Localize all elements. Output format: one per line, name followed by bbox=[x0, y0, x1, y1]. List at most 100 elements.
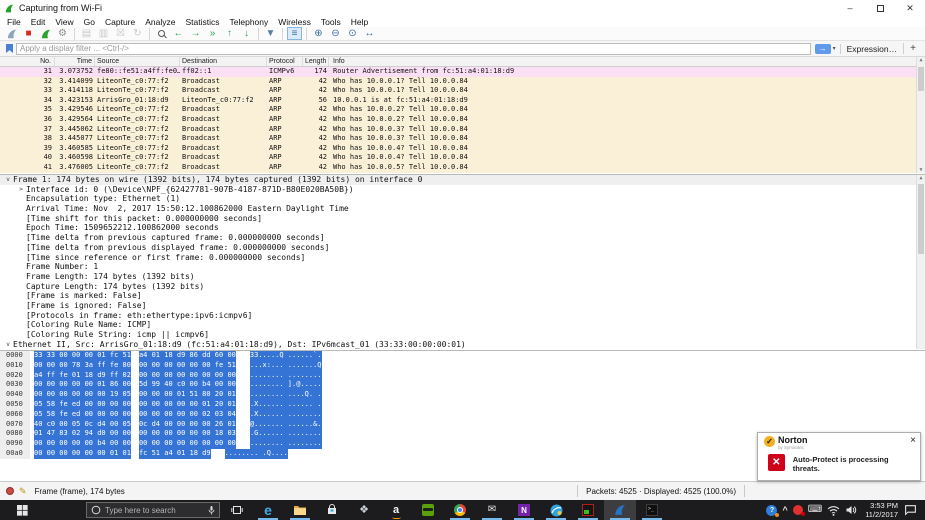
wifi-tray-icon[interactable] bbox=[827, 505, 840, 516]
menu-file[interactable]: File bbox=[2, 17, 26, 27]
detail-line[interactable]: v Ethernet II, Src: ArrisGro_01:18:d9 (fc… bbox=[0, 340, 925, 349]
green-app-icon[interactable] bbox=[412, 500, 444, 520]
hex-row[interactable]: 0040 00 00 00 00 00 00 19 05 00 00 00 01 5… bbox=[0, 390, 925, 400]
resize-columns-icon[interactable]: ↔ bbox=[362, 27, 377, 40]
edge-icon[interactable]: e bbox=[252, 500, 284, 520]
bookmark-icon[interactable] bbox=[6, 44, 13, 53]
display-filter-input[interactable]: Apply a display filter ... <Ctrl-/> bbox=[16, 42, 811, 55]
scroll-thumb[interactable] bbox=[918, 184, 924, 254]
expander-icon[interactable]: v bbox=[3, 175, 13, 185]
expander-icon[interactable]: v bbox=[3, 340, 13, 349]
detail-line[interactable]: > Interface id: 0 (\Device\NPF_{62427781-… bbox=[0, 185, 925, 195]
detail-line[interactable]: Frame Number: 1 bbox=[0, 262, 925, 272]
hex-row[interactable]: 0010 00 00 00 78 3a ff fe 80 00 00 00 00 0… bbox=[0, 360, 925, 371]
close-button[interactable]: ✕ bbox=[895, 0, 925, 16]
hex-row[interactable]: 0030 00 00 00 00 00 01 86 00 5d 99 40 c0 0… bbox=[0, 380, 925, 391]
apply-filter-button[interactable]: → bbox=[814, 43, 831, 54]
packet-row[interactable]: 36 3.429564 LiteonTe_c0:77:f2 Broadcast ARP 4… bbox=[0, 114, 925, 125]
menu-analyze[interactable]: Analyze bbox=[140, 17, 180, 27]
start-capture-icon[interactable] bbox=[4, 27, 19, 40]
menu-wireless[interactable]: Wireless bbox=[273, 17, 316, 27]
filter-history-caret-icon[interactable]: ▾ bbox=[833, 45, 836, 52]
hex-row[interactable]: 0000 33 33 00 00 00 01 fc 51 a4 01 18 d9 8… bbox=[0, 351, 925, 361]
taskbar-search-box[interactable]: Type here to search bbox=[86, 502, 220, 518]
zoom-in-icon[interactable]: ⊕ bbox=[311, 27, 326, 40]
detail-line[interactable]: [Frame is ignored: False] bbox=[0, 301, 925, 311]
detail-line[interactable]: [Protocols in frame: eth:ethertype:ipv6:… bbox=[0, 311, 925, 321]
packet-row[interactable]: 37 3.445062 LiteonTe_c0:77:f2 Broadcast ARP 4… bbox=[0, 124, 925, 135]
packet-list-header[interactable]: No. Time Source Destination Protocol Length In… bbox=[0, 57, 925, 67]
go-first-icon[interactable]: ↑ bbox=[222, 27, 237, 40]
game-app-icon[interactable] bbox=[572, 500, 604, 520]
detail-line[interactable]: [Time delta from previous displayed fram… bbox=[0, 243, 925, 253]
chrome-icon[interactable] bbox=[444, 500, 476, 520]
zoom-original-icon[interactable]: ⊙ bbox=[345, 27, 360, 40]
scroll-thumb[interactable] bbox=[918, 67, 924, 91]
scroll-up-icon[interactable]: ▲ bbox=[919, 175, 922, 181]
detail-line[interactable]: [Time delta from previous captured frame… bbox=[0, 233, 925, 243]
file-explorer-icon[interactable] bbox=[284, 500, 316, 520]
wireshark-icon[interactable] bbox=[604, 500, 636, 520]
mail-icon[interactable]: ✉ bbox=[476, 500, 508, 520]
volume-tray-icon[interactable] bbox=[845, 505, 857, 515]
find-packet-icon[interactable] bbox=[154, 27, 169, 40]
menu-go[interactable]: Go bbox=[79, 17, 100, 27]
menu-edit[interactable]: Edit bbox=[26, 17, 51, 27]
norton-close-button[interactable]: × bbox=[910, 436, 916, 446]
store-icon[interactable] bbox=[316, 500, 348, 520]
maximize-button[interactable] bbox=[865, 0, 895, 16]
taskbar-clock[interactable]: 3:53 PM 11/2/2017 bbox=[865, 501, 898, 519]
packet-row[interactable]: 41 3.476005 LiteonTe_c0:77:f2 Broadcast ARP 4… bbox=[0, 162, 925, 173]
go-back-icon[interactable]: ← bbox=[171, 27, 186, 40]
reload-icon[interactable]: ↻ bbox=[130, 27, 145, 40]
detail-line[interactable]: Frame Length: 174 bytes (1392 bits) bbox=[0, 272, 925, 282]
detail-line[interactable]: v Frame 1: 174 bytes on wire (1392 bits),… bbox=[0, 175, 925, 185]
menu-statistics[interactable]: Statistics bbox=[180, 17, 224, 27]
detail-line[interactable]: Capture Length: 174 bytes (1392 bits) bbox=[0, 282, 925, 292]
open-file-icon[interactable]: ▤ bbox=[79, 27, 94, 40]
capture-options-gear-icon[interactable]: ⚙ bbox=[55, 27, 70, 40]
restart-capture-icon[interactable] bbox=[38, 27, 53, 40]
go-last-icon[interactable]: ↓ bbox=[239, 27, 254, 40]
hex-row[interactable]: 0050 05 58 fe ed 00 00 00 00 00 00 00 00 0… bbox=[0, 399, 925, 410]
menu-help[interactable]: Help bbox=[346, 17, 373, 27]
command-prompt-icon[interactable]: >_ bbox=[636, 500, 668, 520]
onenote-icon[interactable]: N bbox=[508, 500, 540, 520]
packet-row[interactable]: 33 3.414118 LiteonTe_c0:77:f2 Broadcast ARP 4… bbox=[0, 86, 925, 96]
column-header-protocol[interactable]: Protocol bbox=[267, 57, 303, 66]
expert-info-icon[interactable] bbox=[6, 487, 14, 495]
menu-tools[interactable]: Tools bbox=[316, 17, 346, 27]
capture-comment-pencil-icon[interactable]: ✎ bbox=[19, 486, 27, 497]
detail-line[interactable]: Epoch Time: 1509652212.100862000 seconds bbox=[0, 223, 925, 233]
zoom-out-icon[interactable]: ⊖ bbox=[328, 27, 343, 40]
detail-scrollbar[interactable]: ▲ bbox=[916, 175, 925, 349]
menu-telephony[interactable]: Telephony bbox=[225, 17, 274, 27]
column-header-no[interactable]: No. bbox=[0, 57, 55, 66]
column-header-time[interactable]: Time bbox=[55, 57, 95, 66]
menu-view[interactable]: View bbox=[50, 17, 78, 27]
amazon-icon[interactable]: a bbox=[380, 500, 412, 520]
add-filter-button[interactable]: + bbox=[903, 43, 922, 54]
paint3d-icon[interactable] bbox=[540, 500, 572, 520]
packet-row[interactable]: 38 3.445077 LiteonTe_c0:77:f2 Broadcast ARP 4… bbox=[0, 134, 925, 144]
start-button[interactable] bbox=[0, 500, 44, 520]
detail-line[interactable]: [Coloring Rule Name: ICMP] bbox=[0, 320, 925, 330]
close-file-icon[interactable]: ☒ bbox=[113, 27, 128, 40]
detail-line[interactable]: Encapsulation type: Ethernet (1) bbox=[0, 194, 925, 204]
column-header-length[interactable]: Length bbox=[303, 57, 329, 66]
colorize-icon[interactable]: ≡ bbox=[287, 27, 302, 40]
help-tray-icon[interactable]: ? bbox=[766, 504, 780, 517]
hex-row[interactable]: 0070 40 c0 00 05 0c d4 00 05 0c d4 00 00 0… bbox=[0, 419, 925, 430]
task-view-button[interactable] bbox=[226, 500, 248, 520]
scroll-up-icon[interactable]: ▲ bbox=[917, 57, 925, 63]
detail-line[interactable]: Arrival Time: Nov 2, 2017 15:50:12.10086… bbox=[0, 204, 925, 214]
save-file-icon[interactable]: ▥ bbox=[96, 27, 111, 40]
detail-line[interactable]: [Frame is marked: False] bbox=[0, 291, 925, 301]
column-header-info[interactable]: Info bbox=[329, 57, 925, 66]
go-forward-icon[interactable]: → bbox=[188, 27, 203, 40]
expression-button[interactable]: Expression… bbox=[839, 43, 904, 54]
show-hidden-icons-chevron[interactable]: ^ bbox=[782, 505, 787, 515]
packet-row[interactable]: 35 3.429546 LiteonTe_c0:77:f2 Broadcast ARP 4… bbox=[0, 105, 925, 115]
packet-list-scrollbar[interactable]: ▲ ▼ bbox=[916, 57, 925, 173]
go-to-packet-icon[interactable]: » bbox=[205, 27, 220, 40]
